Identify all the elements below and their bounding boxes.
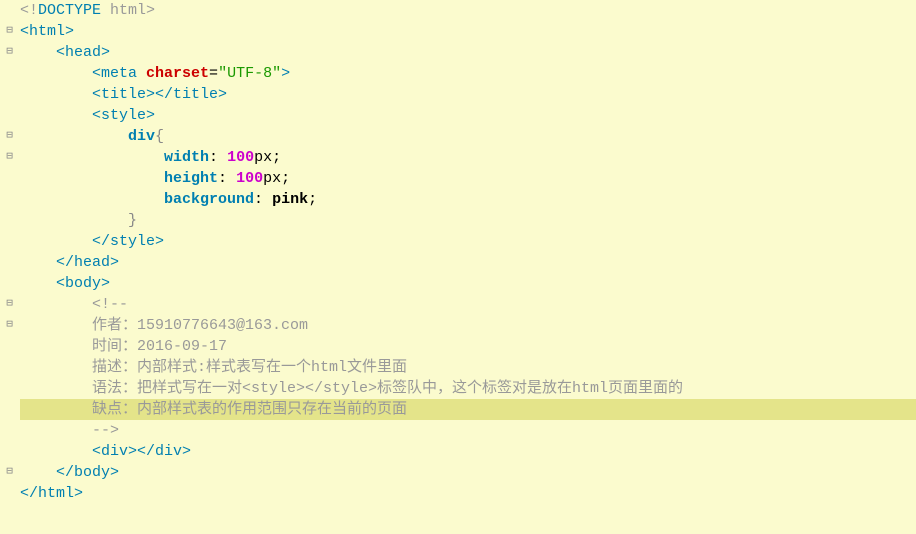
code-line[interactable]: <body> [20,273,916,294]
code-line[interactable]: </head> [20,252,916,273]
fold-marker[interactable]: ⊟ [4,26,15,37]
code-line[interactable]: <meta charset="UTF-8"> [20,63,916,84]
code-line[interactable]: <head> [20,42,916,63]
code-line[interactable]: </style> [20,231,916,252]
code-line[interactable]: <style> [20,105,916,126]
code-line[interactable]: } [20,210,916,231]
code-line[interactable]: width: 100px; [20,147,916,168]
code-line[interactable]: height: 100px; [20,168,916,189]
fold-marker[interactable]: ⊟ [4,320,15,331]
code-line[interactable]: </body> [20,462,916,483]
code-line[interactable]: 语法：把样式写在一对<style></style>标签队中，这个标签对是放在ht… [20,378,916,399]
fold-marker[interactable]: ⊟ [4,299,15,310]
code-line[interactable]: 描述：内部样式:样式表写在一个html文件里面 [20,357,916,378]
code-line[interactable]: 时间：2016-09-17 [20,336,916,357]
fold-gutter: ⊟ ⊟ ⊟ ⊟ ⊟ ⊟ ⊟ [0,0,20,504]
code-line[interactable]: <!-- [20,294,916,315]
code-line[interactable]: <title></title> [20,84,916,105]
fold-marker[interactable]: ⊟ [4,467,15,478]
fold-marker[interactable]: ⊟ [4,131,15,142]
fold-marker[interactable]: ⊟ [4,47,15,58]
code-line[interactable]: <!DOCTYPE html> [20,0,916,21]
code-line[interactable]: </html> [20,483,916,504]
fold-marker[interactable]: ⊟ [4,152,15,163]
code-editor: ⊟ ⊟ ⊟ ⊟ ⊟ ⊟ ⊟ <!DOCTYPE html> <html> <he… [0,0,916,504]
code-line[interactable]: background: pink; [20,189,916,210]
code-line[interactable]: <html> [20,21,916,42]
code-line[interactable]: <div></div> [20,441,916,462]
code-line[interactable]: --> [20,420,916,441]
code-line-highlighted[interactable]: 缺点：内部样式表的作用范围只存在当前的页面 [20,399,916,420]
code-line[interactable]: div{ [20,126,916,147]
code-line[interactable]: 作者：15910776643@163.com [20,315,916,336]
